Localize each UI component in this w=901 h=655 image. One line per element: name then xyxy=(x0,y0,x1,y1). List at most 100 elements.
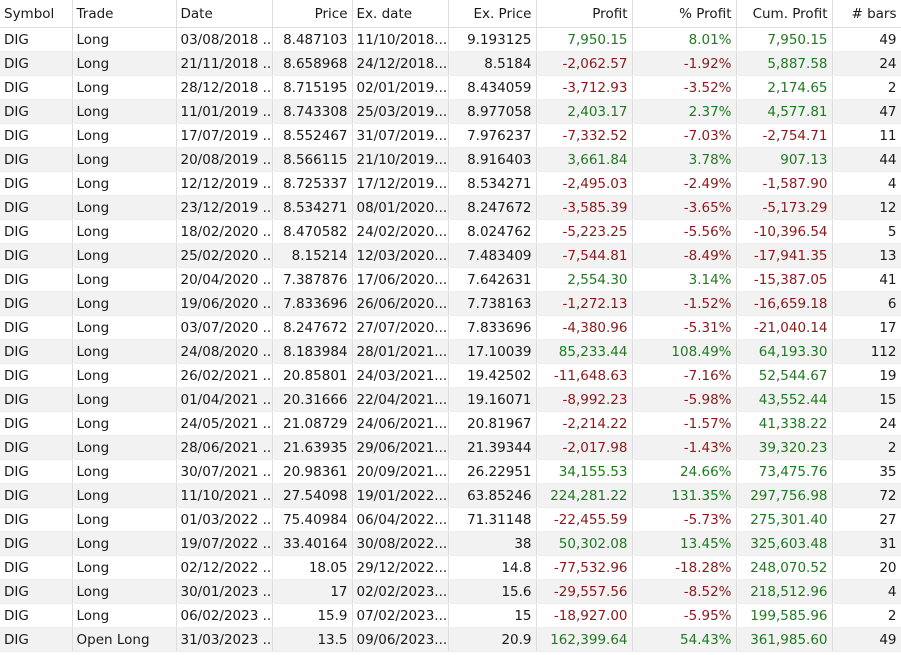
date-cell: 31/03/2023 ... xyxy=(176,627,273,652)
bars-cell: 4 xyxy=(832,171,901,196)
pct-profit-cell: 8.01% xyxy=(632,27,737,52)
profit-cell: 2,554.30 xyxy=(536,267,633,292)
table-row[interactable]: DIG Long 03/08/2018 ... 8.487103 11/10/2018.… xyxy=(0,27,901,52)
column-header-bars[interactable]: # bars xyxy=(832,0,901,28)
ex-date-cell: 22/04/2021... xyxy=(352,387,449,412)
bars-cell: 11 xyxy=(832,123,901,148)
column-header-ex-date[interactable]: Ex. date xyxy=(352,0,449,28)
ex-price-cell: 8.534271 xyxy=(448,171,537,196)
date-cell: 06/02/2023 ... xyxy=(176,603,273,628)
ex-date-cell: 24/06/2021... xyxy=(352,411,449,436)
ex-date-cell: 19/01/2022... xyxy=(352,483,449,508)
price-cell: 8.487103 xyxy=(272,27,353,52)
table-row[interactable]: DIG Long 19/06/2020 ... 7.833696 26/06/2020.… xyxy=(0,291,901,316)
table-row[interactable]: DIG Long 11/01/2019 ... 8.743308 25/03/2019.… xyxy=(0,99,901,124)
trade-cell: Long xyxy=(72,603,177,628)
table-row[interactable]: DIG Long 19/07/2022 ... 33.40164 30/08/2022.… xyxy=(0,531,901,556)
table-row[interactable]: DIG Long 18/02/2020 ... 8.470582 24/02/2020.… xyxy=(0,219,901,244)
table-row[interactable]: DIG Long 11/10/2021 ... 27.54098 19/01/2022.… xyxy=(0,483,901,508)
date-cell: 03/08/2018 ... xyxy=(176,27,273,52)
column-header-pct-profit[interactable]: % Profit xyxy=(632,0,737,28)
table-row[interactable]: DIG Long 23/12/2019 ... 8.534271 08/01/2020.… xyxy=(0,195,901,220)
table-row[interactable]: DIG Long 21/11/2018 ... 8.658968 24/12/2018.… xyxy=(0,51,901,76)
trade-cell: Long xyxy=(72,195,177,220)
table-row[interactable]: DIG Long 12/12/2019 ... 8.725337 17/12/2019.… xyxy=(0,171,901,196)
ex-price-cell: 20.9 xyxy=(448,627,537,652)
table-row[interactable]: DIG Long 26/02/2021 ... 20.85801 24/03/2021.… xyxy=(0,363,901,388)
profit-cell: -7,544.81 xyxy=(536,243,633,268)
symbol-cell: DIG xyxy=(0,627,73,652)
trade-cell: Long xyxy=(72,387,177,412)
table-row[interactable]: DIG Long 28/12/2018 ... 8.715195 02/01/2019.… xyxy=(0,75,901,100)
table-row[interactable]: DIG Long 01/03/2022 ... 75.40984 06/04/2022.… xyxy=(0,507,901,532)
ex-price-cell: 71.31148 xyxy=(448,507,537,532)
date-cell: 28/06/2021 ... xyxy=(176,435,273,460)
column-header-profit[interactable]: Profit xyxy=(536,0,633,28)
column-header-symbol[interactable]: Symbol xyxy=(0,0,73,28)
ex-date-cell: 24/03/2021... xyxy=(352,363,449,388)
date-cell: 24/05/2021 ... xyxy=(176,411,273,436)
cum-profit-cell: 4,577.81 xyxy=(736,99,833,124)
table-row[interactable]: DIG Long 06/02/2023 ... 15.9 07/02/2023... 15… xyxy=(0,603,901,628)
symbol-cell: DIG xyxy=(0,603,73,628)
date-cell: 11/10/2021 ... xyxy=(176,483,273,508)
price-cell: 8.743308 xyxy=(272,99,353,124)
cum-profit-cell: 218,512.96 xyxy=(736,579,833,604)
date-cell: 20/08/2019 ... xyxy=(176,147,273,172)
profit-cell: -2,214.22 xyxy=(536,411,633,436)
ex-date-cell: 25/03/2019... xyxy=(352,99,449,124)
price-cell: 17 xyxy=(272,579,353,604)
table-row[interactable]: DIG Open Long 31/03/2023 ... 13.5 09/06/2023… xyxy=(0,627,901,652)
table-row[interactable]: DIG Long 03/07/2020 ... 8.247672 27/07/2020.… xyxy=(0,315,901,340)
date-cell: 03/07/2020 ... xyxy=(176,315,273,340)
trade-cell: Long xyxy=(72,483,177,508)
ex-date-cell: 21/10/2019... xyxy=(352,147,449,172)
ex-date-cell: 29/06/2021... xyxy=(352,435,449,460)
column-header-ex-price[interactable]: Ex. Price xyxy=(448,0,537,28)
ex-price-cell: 15.6 xyxy=(448,579,537,604)
cum-profit-cell: 325,603.48 xyxy=(736,531,833,556)
bars-cell: 49 xyxy=(832,27,901,52)
cum-profit-cell: 907.13 xyxy=(736,147,833,172)
table-row[interactable]: DIG Long 30/07/2021 ... 20.98361 20/09/2021.… xyxy=(0,459,901,484)
ex-price-cell: 19.16071 xyxy=(448,387,537,412)
table-row[interactable]: DIG Long 28/06/2021 ... 21.63935 29/06/2021.… xyxy=(0,435,901,460)
symbol-cell: DIG xyxy=(0,507,73,532)
table-row[interactable]: DIG Long 25/02/2020 ... 8.15214 12/03/2020..… xyxy=(0,243,901,268)
cum-profit-cell: -10,396.54 xyxy=(736,219,833,244)
profit-cell: -4,380.96 xyxy=(536,315,633,340)
table-row[interactable]: DIG Long 17/07/2019 ... 8.552467 31/07/2019.… xyxy=(0,123,901,148)
cum-profit-cell: 43,552.44 xyxy=(736,387,833,412)
bars-cell: 5 xyxy=(832,219,901,244)
table-row[interactable]: DIG Long 24/05/2021 ... 21.08729 24/06/2021.… xyxy=(0,411,901,436)
column-header-cum-profit[interactable]: Cum. Profit xyxy=(736,0,833,28)
table-row[interactable]: DIG Long 01/04/2021 ... 20.31666 22/04/2021.… xyxy=(0,387,901,412)
trade-cell: Long xyxy=(72,411,177,436)
ex-price-cell: 14.8 xyxy=(448,555,537,580)
table-row[interactable]: DIG Long 20/08/2019 ... 8.566115 21/10/2019.… xyxy=(0,147,901,172)
symbol-cell: DIG xyxy=(0,99,73,124)
column-header-price[interactable]: Price xyxy=(272,0,353,28)
pct-profit-cell: 3.14% xyxy=(632,267,737,292)
pct-profit-cell: 13.45% xyxy=(632,531,737,556)
trade-cell: Long xyxy=(72,459,177,484)
symbol-cell: DIG xyxy=(0,555,73,580)
table-row[interactable]: DIG Long 24/08/2020 ... 8.183984 28/01/2021.… xyxy=(0,339,901,364)
price-cell: 8.534271 xyxy=(272,195,353,220)
pct-profit-cell: -3.65% xyxy=(632,195,737,220)
table-row[interactable]: DIG Long 30/01/2023 ... 17 02/02/2023... 15.6… xyxy=(0,579,901,604)
trade-cell: Long xyxy=(72,243,177,268)
trade-cell: Long xyxy=(72,531,177,556)
price-cell: 21.63935 xyxy=(272,435,353,460)
ex-price-cell: 21.39344 xyxy=(448,435,537,460)
pct-profit-cell: -1.52% xyxy=(632,291,737,316)
ex-price-cell: 8.024762 xyxy=(448,219,537,244)
table-row[interactable]: DIG Long 20/04/2020 ... 7.387876 17/06/2020.… xyxy=(0,267,901,292)
table-body: DIG Long 03/08/2018 ... 8.487103 11/10/2018.… xyxy=(0,27,901,652)
table-row[interactable]: DIG Long 02/12/2022 ... 18.05 29/12/2022... 1… xyxy=(0,555,901,580)
column-header-trade[interactable]: Trade xyxy=(72,0,177,28)
ex-price-cell: 19.42502 xyxy=(448,363,537,388)
ex-price-cell: 15 xyxy=(448,603,537,628)
column-header-date[interactable]: Date xyxy=(176,0,273,28)
bars-cell: 19 xyxy=(832,363,901,388)
